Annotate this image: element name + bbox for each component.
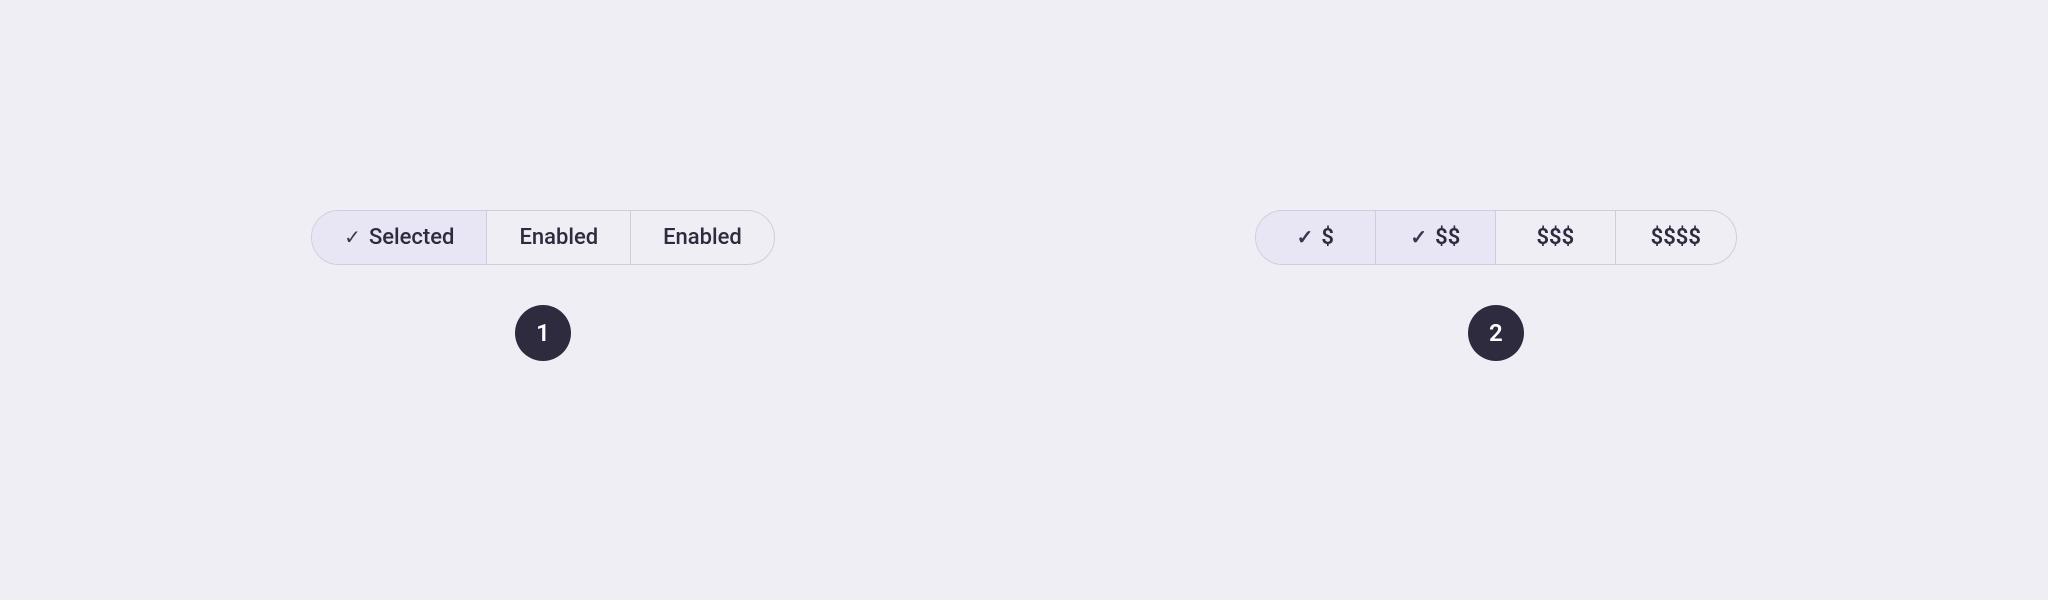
segment-dollar-3[interactable]: $$$ (1496, 211, 1616, 264)
segment-label-selected: Selected (369, 225, 455, 250)
badge-number-2: 2 (1489, 319, 1503, 347)
segment-dollar-4[interactable]: $$$$ (1616, 211, 1736, 264)
segmented-control-1: ✓ Selected Enabled Enabled (311, 210, 775, 265)
page-container: ✓ Selected Enabled Enabled 1 ✓ $ (0, 0, 2048, 600)
segment-label-dollar-1: $ (1321, 225, 1334, 250)
segment-enabled-1[interactable]: Enabled (487, 211, 631, 264)
check-icon-3: ✓ (1410, 225, 1427, 249)
segment-label-dollar-4: $$$$ (1651, 225, 1701, 250)
segment-enabled-2[interactable]: Enabled (631, 211, 774, 264)
badge-number-1: 1 (536, 319, 550, 347)
check-icon-1: ✓ (344, 225, 361, 249)
example-group-2: ✓ $ ✓ $$ $$$ $$$$ 2 (1255, 210, 1737, 361)
examples-row: ✓ Selected Enabled Enabled 1 ✓ $ (311, 210, 1737, 361)
segment-label-dollar-2: $$ (1435, 225, 1460, 250)
example-group-1: ✓ Selected Enabled Enabled 1 (311, 210, 775, 361)
segment-label-enabled-1: Enabled (519, 225, 598, 250)
badge-1: 1 (515, 305, 571, 361)
check-icon-2: ✓ (1297, 225, 1314, 249)
segment-dollar-1[interactable]: ✓ $ (1256, 211, 1376, 264)
segment-label-enabled-2: Enabled (663, 225, 742, 250)
segmented-control-2: ✓ $ ✓ $$ $$$ $$$$ (1255, 210, 1737, 265)
segment-label-dollar-3: $$$ (1536, 225, 1574, 250)
badge-2: 2 (1468, 305, 1524, 361)
segment-dollar-2[interactable]: ✓ $$ (1376, 211, 1496, 264)
segment-selected[interactable]: ✓ Selected (312, 211, 487, 264)
